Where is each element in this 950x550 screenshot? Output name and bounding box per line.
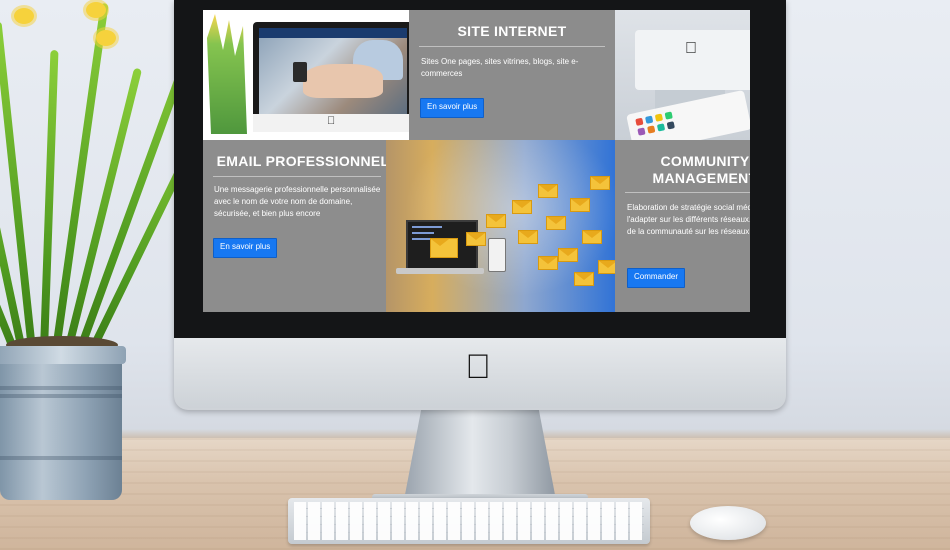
- envelope-icon: [538, 256, 558, 270]
- site-internet-title: SITE INTERNET: [457, 23, 567, 39]
- tile-photo-email-envelopes: [386, 140, 617, 312]
- app-icon: [654, 113, 664, 122]
- mini-apple-logo-icon: : [327, 115, 335, 127]
- code-line: [412, 226, 442, 228]
- email-title: EMAIL PROFESSIONNEL: [216, 153, 386, 169]
- app-icon: [656, 123, 666, 132]
- website-screen:  SITE INTERNET Sites One pages, sites v…: [203, 10, 750, 312]
- imac-image: [635, 30, 750, 90]
- pot-ring: [0, 386, 122, 390]
- daffodil-flower: [14, 8, 34, 24]
- community-title-line1: COMMUNITY: [660, 153, 750, 169]
- envelope-icon: [430, 238, 458, 258]
- desk-scene:   SITE INTERNET Sites One pages, sites…: [0, 0, 950, 550]
- community-divider: [625, 192, 750, 193]
- tile-site-internet: SITE INTERNET Sites One pages, sites vit…: [409, 10, 615, 140]
- phone-image: [488, 238, 506, 272]
- email-description: Une messagerie professionnelle personnal…: [214, 185, 381, 218]
- envelope-icon: [558, 248, 578, 262]
- community-title-line2: MANAGEMENT: [652, 170, 750, 186]
- envelope-icon: [486, 214, 506, 228]
- tile-community-management: COMMUNITY MANAGEMENT Elaboration de stra…: [615, 140, 750, 312]
- envelope-icon: [570, 198, 590, 212]
- email-divider: [213, 176, 381, 177]
- app-icon: [645, 115, 654, 124]
- mini-plant-image: [207, 14, 247, 134]
- site-internet-description: Sites One pages, sites vitrines, blogs, …: [421, 57, 579, 78]
- mouse: [690, 506, 766, 540]
- envelope-icon: [574, 272, 594, 286]
- metal-pot: [0, 352, 122, 500]
- mini-person-hands: [303, 64, 383, 98]
- plant-leaf: [0, 21, 36, 351]
- daffodil-flower: [96, 30, 116, 46]
- envelope-icon: [590, 176, 610, 190]
- tile-photo-imac-phone: : [615, 10, 750, 140]
- envelope-icon: [538, 184, 558, 198]
- app-icon: [635, 117, 644, 126]
- envelope-icon: [546, 216, 566, 230]
- pot-ring: [0, 456, 122, 460]
- app-icon: [664, 111, 673, 120]
- community-order-button[interactable]: Commander: [627, 268, 686, 288]
- pot-ring: [0, 394, 122, 398]
- envelope-icon: [582, 230, 602, 244]
- keyboard-keys: [294, 502, 644, 540]
- tile-email-professionnel: EMAIL PROFESSIONNEL Une messagerie profe…: [203, 140, 386, 312]
- imac-apple-logo-icon: : [685, 40, 697, 58]
- envelope-icon: [466, 232, 486, 246]
- envelope-icon: [518, 230, 538, 244]
- daffodil-flower: [86, 2, 106, 18]
- mini-coffee-cup: [293, 62, 307, 82]
- apple-logo-icon: : [463, 349, 493, 385]
- community-description: Elaboration de stratégie social média et…: [627, 203, 750, 236]
- mini-website-navbar: [259, 28, 407, 38]
- plant-leaf: [40, 50, 59, 351]
- app-icon: [666, 121, 675, 130]
- app-icon: [637, 127, 646, 136]
- site-internet-more-button[interactable]: En savoir plus: [420, 98, 485, 118]
- email-more-button[interactable]: En savoir plus: [213, 238, 278, 258]
- tile-photo-laptop: : [203, 10, 409, 140]
- monitor-stand: [404, 404, 556, 500]
- envelope-icon: [512, 200, 532, 214]
- code-line: [412, 232, 434, 234]
- pot-rim: [0, 346, 126, 364]
- app-icon: [647, 125, 656, 134]
- laptop-base-image: [396, 268, 484, 274]
- site-internet-divider: [419, 46, 605, 47]
